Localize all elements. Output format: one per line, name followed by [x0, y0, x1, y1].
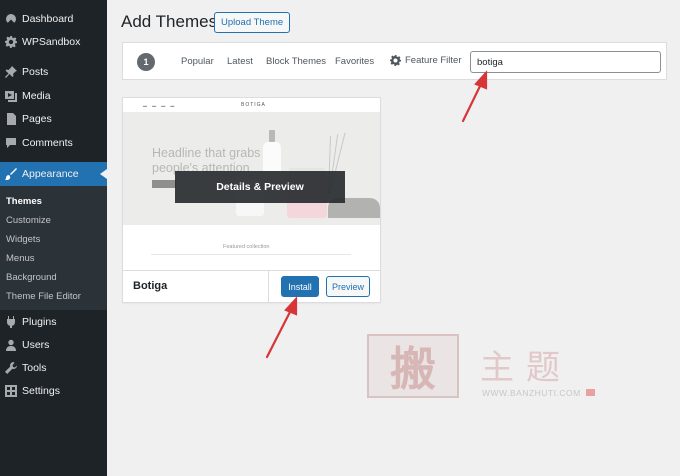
appearance-submenu: Themes Customize Widgets Menus Backgroun…: [0, 186, 107, 310]
screenshot-nav-links: ▬ ▬ ▬ ▬: [143, 103, 177, 108]
bottle-pump: [269, 130, 275, 142]
sidebar-item-posts[interactable]: Posts: [0, 61, 107, 83]
sidebar-item-label: Media: [22, 90, 51, 102]
filter-link-block-themes[interactable]: Block Themes: [266, 56, 326, 67]
sidebar-item-media[interactable]: Media: [0, 85, 107, 107]
footer-divider: [268, 271, 269, 302]
filter-link-favorites[interactable]: Favorites: [335, 56, 374, 67]
theme-card-footer: Botiga Install Preview: [123, 270, 380, 302]
submenu-item-widgets[interactable]: Widgets: [6, 234, 40, 245]
sidebar-item-comments[interactable]: Comments: [0, 132, 107, 154]
plug-icon: [0, 316, 22, 328]
upload-theme-button[interactable]: Upload Theme: [214, 12, 291, 33]
watermark-logo: 搬: [367, 334, 459, 398]
dashboard-icon: [0, 13, 22, 25]
theme-screenshot[interactable]: ▬ ▬ ▬ ▬ BOTIGA Headline that grabs peopl…: [123, 98, 380, 270]
media-icon: [0, 90, 22, 102]
sidebar-item-pages[interactable]: Pages: [0, 108, 107, 130]
sidebar-item-appearance[interactable]: Appearance: [0, 162, 107, 186]
sidebar-item-label: Appearance: [22, 168, 79, 180]
brush-icon: [0, 168, 22, 180]
sidebar-item-dashboard[interactable]: Dashboard: [0, 8, 107, 30]
sidebar-item-wpsandbox[interactable]: WPSandbox: [0, 31, 107, 53]
theme-filter-bar: 1 Popular Latest Block Themes Favorites …: [122, 42, 667, 80]
sidebar-item-label: Comments: [22, 137, 73, 149]
screenshot-nav: ▬ ▬ ▬ ▬ BOTIGA: [123, 98, 380, 112]
screenshot-divider: [151, 254, 351, 255]
pin-icon: [0, 66, 22, 78]
theme-name: Botiga: [133, 280, 168, 292]
sidebar-item-label: WPSandbox: [22, 36, 81, 48]
sidebar-item-label: Tools: [22, 362, 47, 374]
screenshot-featured-title: Featured collection: [223, 244, 270, 250]
submenu-item-themes[interactable]: Themes: [6, 196, 42, 207]
page-icon: [0, 113, 22, 125]
sidebar-item-label: Pages: [22, 113, 52, 125]
theme-count-badge: 1: [137, 53, 155, 71]
page-title: Add Themes: [121, 12, 218, 31]
sidebar-item-plugins[interactable]: Plugins: [0, 311, 107, 333]
sidebar-item-label: Settings: [22, 385, 60, 397]
sidebar-item-tools[interactable]: Tools: [0, 357, 107, 379]
sidebar-item-label: Dashboard: [22, 13, 74, 25]
submenu-item-customize[interactable]: Customize: [6, 215, 51, 226]
screenshot-logo: BOTIGA: [241, 102, 266, 108]
screenshot-cta: [152, 180, 176, 188]
preview-button[interactable]: Preview: [326, 276, 370, 297]
admin-sidebar: Dashboard WPSandbox Posts Media Pages Co…: [0, 0, 107, 476]
settings-icon: [0, 385, 22, 397]
gear-icon: [390, 55, 401, 66]
sidebar-item-settings[interactable]: Settings: [0, 380, 107, 402]
watermark-url: WWW.BANZHUTI.COM: [482, 388, 581, 398]
wrench-icon: [0, 362, 22, 374]
arrow-to-install: [265, 306, 294, 359]
feature-filter-label: Feature Filter: [405, 55, 462, 66]
filter-link-popular[interactable]: Popular: [181, 56, 214, 67]
submenu-item-theme-file-editor[interactable]: Theme File Editor: [6, 291, 81, 302]
watermark-text: 主题: [480, 348, 572, 388]
arrow-to-search: [461, 80, 484, 123]
sidebar-item-label: Users: [22, 339, 50, 351]
install-button[interactable]: Install: [281, 276, 319, 297]
theme-search-input[interactable]: [470, 51, 661, 73]
filter-link-latest[interactable]: Latest: [227, 56, 253, 67]
gear-icon: [0, 36, 22, 48]
submenu-item-menus[interactable]: Menus: [6, 253, 35, 264]
watermark-badge: [586, 389, 595, 396]
submenu-item-background[interactable]: Background: [6, 272, 57, 283]
user-icon: [0, 339, 22, 351]
theme-card[interactable]: ▬ ▬ ▬ ▬ BOTIGA Headline that grabs peopl…: [122, 97, 381, 303]
feature-filter-button[interactable]: Feature Filter: [390, 55, 462, 66]
sidebar-item-label: Plugins: [22, 316, 57, 328]
details-preview-overlay[interactable]: Details & Preview: [175, 171, 345, 203]
sidebar-item-users[interactable]: Users: [0, 334, 107, 356]
comment-icon: [0, 137, 22, 149]
sidebar-item-label: Posts: [22, 66, 49, 78]
